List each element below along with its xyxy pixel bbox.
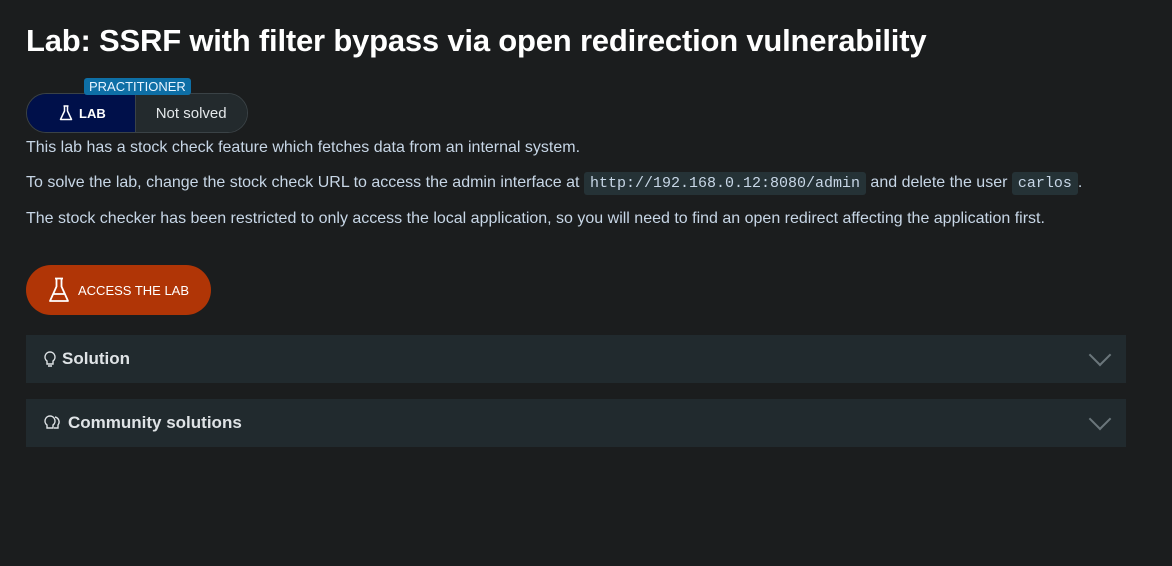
community-solutions-label: Community solutions [68, 413, 242, 432]
lightbulbs-icon [44, 414, 60, 429]
solution-label: Solution [62, 349, 130, 368]
access-lab-button[interactable]: ACCESS THE LAB [26, 265, 212, 315]
username: carlos [1011, 172, 1078, 195]
flask-icon [59, 105, 73, 121]
level-badge: PRACTITIONER [84, 78, 191, 95]
solution-accordion[interactable]: Solution [26, 335, 1126, 383]
lab-type-label: LAB [79, 105, 106, 121]
chevron-down-icon [1088, 407, 1112, 431]
description-paragraph: To solve the lab, change the stock check… [26, 168, 1146, 199]
access-lab-label: ACCESS THE LAB [78, 282, 190, 298]
flask-icon [49, 277, 69, 302]
status-badge: Not solved [134, 94, 247, 132]
page-title: Lab: SSRF with filter bypass via open re… [26, 23, 927, 58]
description-paragraph: The stock checker has been restricted to… [26, 210, 1045, 227]
admin-url: http://192.168.0.12:8080/admin [583, 172, 866, 195]
lab-badge: PRACTITIONER LAB Not solved [26, 76, 1146, 134]
description-paragraph: This lab has a stock check feature which… [26, 139, 581, 156]
community-solutions-accordion[interactable]: Community solutions [26, 399, 1126, 447]
chevron-down-icon [1088, 343, 1112, 367]
lightbulb-icon [44, 350, 56, 367]
